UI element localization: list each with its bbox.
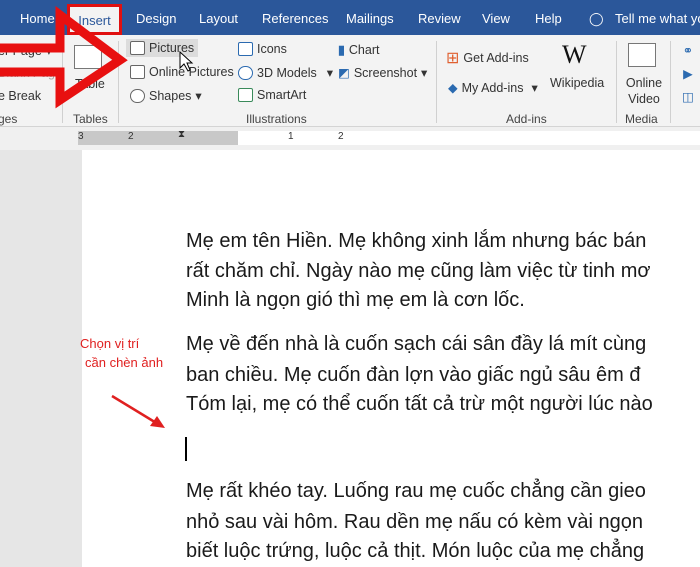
small-red-arrow-icon — [111, 394, 159, 426]
big-red-arrow-icon — [0, 6, 128, 109]
mouse-pointer-icon — [179, 50, 194, 72]
small-red-arrowhead-icon — [150, 416, 165, 428]
overlay-arrows — [0, 6, 194, 428]
